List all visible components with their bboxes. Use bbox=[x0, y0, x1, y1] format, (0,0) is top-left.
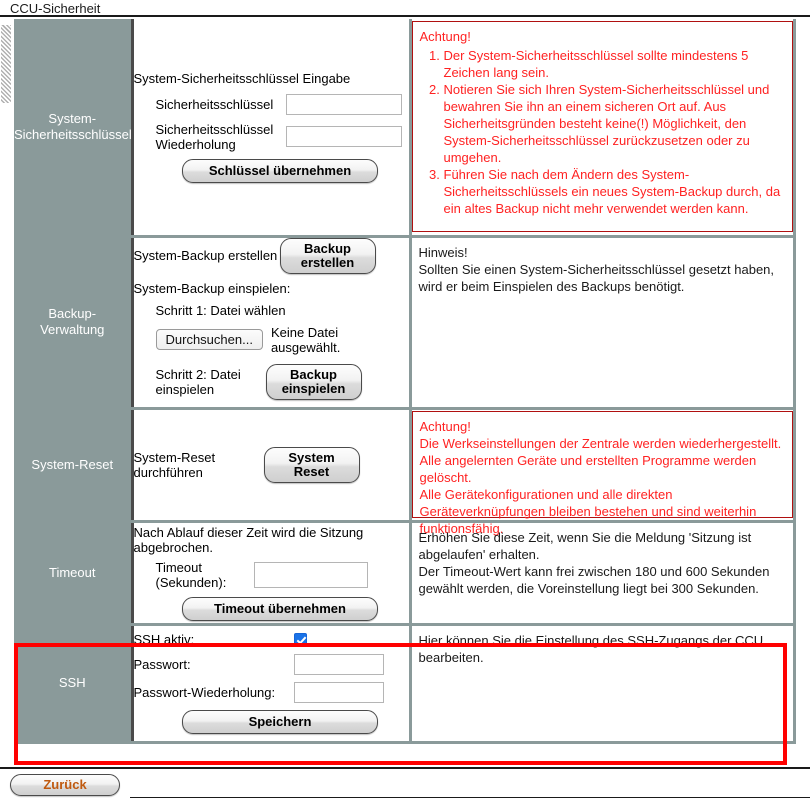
ssh-note-text: Hier können Sie die Einstellung des SSH-… bbox=[418, 632, 764, 665]
section-label-security-key: System- Sicherheitsschlüssel bbox=[14, 19, 134, 238]
section-info-timeout: Erhöhen Sie diese Zeit, wenn Sie die Mel… bbox=[410, 521, 796, 626]
browse-file-button[interactable]: Durchsuchen... bbox=[155, 329, 263, 350]
security-settings-table: System- Sicherheitsschlüssel System-Sich… bbox=[14, 19, 796, 744]
timeout-input[interactable] bbox=[253, 561, 368, 588]
backup-step2-label: Schritt 2: Datei einspielen bbox=[155, 366, 241, 397]
ssh-password-repeat-row: Passwort-Wiederholung: bbox=[134, 682, 409, 703]
section-info-backup: Hinweis! Sollten Sie einen System-Sicher… bbox=[410, 236, 796, 410]
system-reset-button[interactable]: System Reset bbox=[263, 446, 360, 483]
backup-step1-row: Schritt 1: Datei wählen bbox=[134, 303, 409, 318]
ssh-password-label: Passwort: bbox=[133, 657, 191, 672]
security-key-submit-row: Schlüssel übernehmen bbox=[134, 158, 409, 183]
backup-create-row: System-Backup erstellen Backup erstellen bbox=[133, 237, 409, 274]
table-row-system-reset: System-Reset System-Reset durchführen Sy… bbox=[14, 408, 796, 536]
timeout-note-line: Der Timeout-Wert kann frei zwischen 180 … bbox=[418, 563, 770, 596]
timeout-note-panel: Erhöhen Sie diese Zeit, wenn Sie die Mel… bbox=[412, 523, 794, 623]
section-form-timeout: Nach Ablauf dieser Zeit wird die Sitzung… bbox=[132, 521, 412, 626]
section-form-ssh: SSH aktiv: Passwort: Passwort-Wiederholu… bbox=[132, 624, 412, 744]
section-form-system-reset: System-Reset durchführen System Reset bbox=[132, 408, 412, 523]
security-key-input[interactable] bbox=[285, 93, 402, 115]
timeout-note-line: Erhöhen Sie diese Zeit, wenn Sie die Mel… bbox=[418, 529, 752, 562]
window-titlebar: CCU-Sicherheit bbox=[0, 0, 810, 17]
timeout-submit-row: Timeout übernehmen bbox=[134, 596, 409, 621]
warning-list-item: Führen Sie nach dem Ändern des System-Si… bbox=[444, 166, 785, 217]
timeout-field-row: Timeout (Sekunden): bbox=[134, 560, 409, 590]
apply-security-key-button[interactable]: Schlüssel übernehmen bbox=[182, 158, 378, 183]
system-reset-warning-panel: Achtung! Die Werkseinstellungen der Zent… bbox=[411, 411, 793, 536]
back-button[interactable]: Zurück bbox=[10, 774, 120, 796]
backup-note-text: Sollten Sie einen System-Sicherheitsschl… bbox=[418, 261, 775, 294]
backup-step2-row: Schritt 2: Datei einspielen Backup einsp… bbox=[134, 363, 409, 400]
backup-note-panel: Hinweis! Sollten Sie einen System-Sicher… bbox=[412, 238, 794, 407]
section-label-system-reset: System-Reset bbox=[14, 408, 134, 523]
scrollbar-track[interactable] bbox=[1, 25, 11, 103]
section-info-system-reset: Achtung! Die Werkseinstellungen der Zent… bbox=[410, 408, 796, 536]
section-label-timeout: Timeout bbox=[14, 521, 134, 626]
table-row-backup: Backup- Verwaltung System-Backup erstell… bbox=[14, 236, 796, 410]
left-scrollbar-gutter[interactable] bbox=[0, 19, 14, 767]
backup-create-label: System-Backup erstellen bbox=[133, 248, 278, 263]
security-key-field1-row: Sicherheitsschlüssel bbox=[134, 93, 409, 115]
ssh-active-label: SSH aktiv: bbox=[133, 632, 195, 647]
backup-restore-label-row: System-Backup einspielen: bbox=[134, 281, 409, 296]
security-key-repeat-input[interactable] bbox=[285, 126, 402, 148]
system-reset-label: System-Reset durchführen bbox=[133, 449, 216, 480]
save-ssh-button[interactable]: Speichern bbox=[182, 710, 378, 734]
ssh-password-input[interactable] bbox=[293, 654, 384, 675]
section-form-security-key: System-Sicherheitsschlüssel Eingabe Sich… bbox=[132, 19, 412, 238]
table-row-security-key: System- Sicherheitsschlüssel System-Sich… bbox=[14, 19, 796, 238]
warning-list-item: Notieren Sie sich Ihren System-Sicherhei… bbox=[444, 81, 785, 166]
backup-file-row: Durchsuchen... Keine Datei ausgewählt. bbox=[134, 325, 409, 355]
system-reset-warning-line: Die Werkseinstellungen der Zentrale werd… bbox=[419, 436, 782, 485]
security-key-warning-heading: Achtung! bbox=[419, 29, 471, 45]
table-row-timeout: Timeout Nach Ablauf dieser Zeit wird die… bbox=[14, 521, 796, 626]
ssh-password-row: Passwort: bbox=[134, 654, 409, 675]
timeout-description: Nach Ablauf dieser Zeit wird die Sitzung… bbox=[133, 524, 364, 555]
security-key-form-title: System-Sicherheitsschlüssel Eingabe bbox=[133, 70, 351, 86]
security-key-warning-list: Der System-Sicherheitsschlüssel sollte m… bbox=[420, 47, 785, 217]
section-info-ssh: Hier können Sie die Einstellung des SSH-… bbox=[410, 624, 796, 744]
table-row-ssh: SSH SSH aktiv: Passwort: Passwort-Wieder… bbox=[14, 624, 796, 744]
backup-restore-label: System-Backup einspielen: bbox=[133, 280, 291, 296]
restore-backup-button[interactable]: Backup einspielen bbox=[265, 363, 362, 400]
ssh-password-repeat-input[interactable] bbox=[293, 682, 384, 703]
ssh-password-repeat-label: Passwort-Wiederholung: bbox=[133, 685, 276, 700]
system-reset-row: System-Reset durchführen System Reset bbox=[133, 446, 409, 483]
section-info-security-key: Achtung! Der System-Sicherheitsschlüssel… bbox=[410, 19, 796, 238]
create-backup-button[interactable]: Backup erstellen bbox=[279, 237, 376, 274]
section-label-ssh: SSH bbox=[14, 624, 134, 744]
selected-file-status: Keine Datei ausgewählt. bbox=[270, 324, 341, 355]
section-label-backup: Backup- Verwaltung bbox=[14, 236, 134, 410]
apply-timeout-button[interactable]: Timeout übernehmen bbox=[182, 596, 378, 621]
ssh-note-panel: Hier können Sie die Einstellung des SSH-… bbox=[412, 626, 794, 741]
timeout-field-label: Timeout (Sekunden): bbox=[155, 559, 227, 590]
window-title: CCU-Sicherheit bbox=[10, 1, 101, 16]
security-key-field1-label: Sicherheitsschlüssel bbox=[155, 96, 274, 112]
warning-list-item: Der System-Sicherheitsschlüssel sollte m… bbox=[444, 47, 785, 81]
section-form-backup: System-Backup erstellen Backup erstellen… bbox=[132, 236, 412, 410]
backup-note-heading: Hinweis! bbox=[418, 244, 468, 260]
backup-step1-label: Schritt 1: Datei wählen bbox=[155, 302, 286, 318]
ssh-active-checkbox[interactable] bbox=[293, 633, 307, 646]
security-key-warning-panel: Achtung! Der System-Sicherheitsschlüssel… bbox=[411, 21, 793, 233]
security-key-repeat-label: Sicherheitsschlüssel Wiederholung bbox=[155, 121, 274, 152]
ssh-active-row: SSH aktiv: bbox=[134, 632, 409, 647]
ssh-submit-row: Speichern bbox=[134, 710, 409, 734]
system-reset-warning-heading: Achtung! bbox=[419, 419, 471, 434]
security-key-field2-row: Sicherheitsschlüssel Wiederholung bbox=[134, 122, 409, 152]
footer-bar: Zurück bbox=[0, 767, 810, 798]
